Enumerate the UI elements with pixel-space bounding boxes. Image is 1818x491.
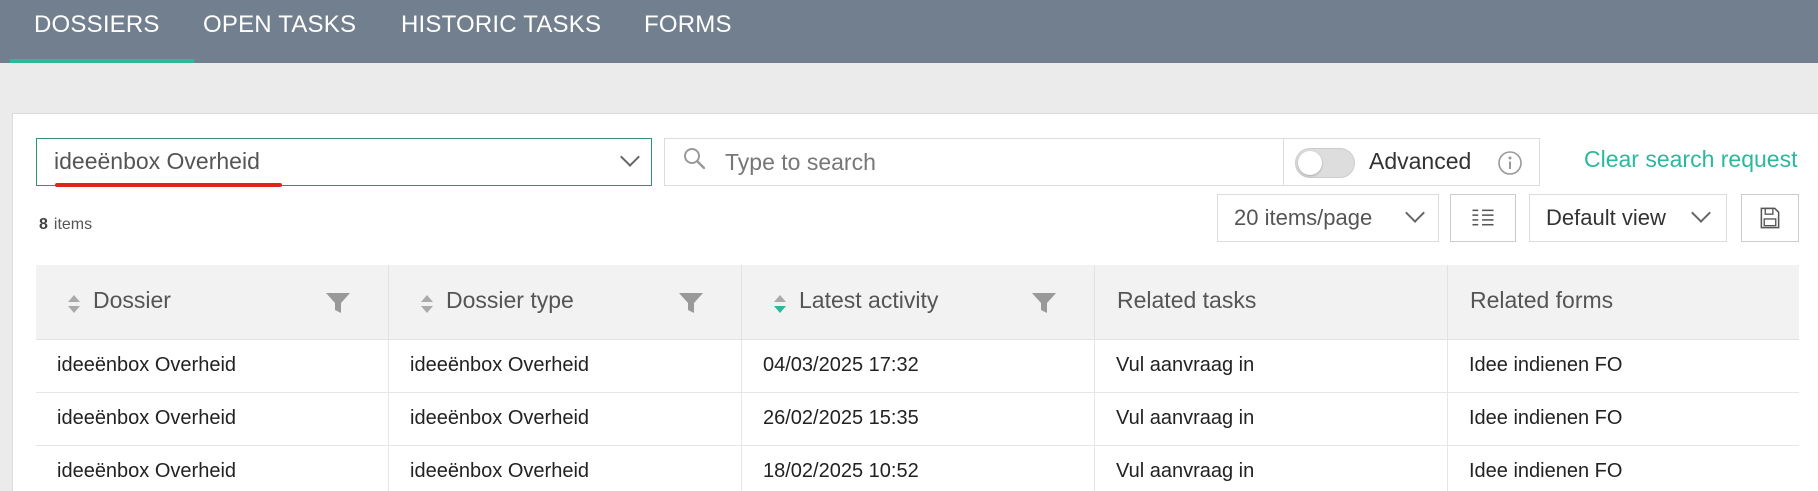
column-header-label: Dossier type <box>446 287 574 313</box>
filter-icon[interactable] <box>1031 290 1057 316</box>
cell-latest-activity: 18/02/2025 10:52 <box>742 446 1095 491</box>
table-header: Dossier Dossier type Latest activity Rel… <box>36 265 1799 340</box>
column-settings-button[interactable] <box>1450 194 1516 242</box>
sort-icon[interactable] <box>420 293 434 315</box>
info-icon[interactable] <box>1497 150 1523 176</box>
sort-icon[interactable] <box>67 293 81 315</box>
cell-related-forms[interactable]: Idee indienen FO <box>1448 446 1799 491</box>
column-header-label: Dossier <box>93 287 171 313</box>
column-header-related-tasks: Related tasks <box>1095 265 1448 340</box>
save-view-button[interactable] <box>1741 194 1799 242</box>
items-per-page-select[interactable]: 20 items/page <box>1217 194 1439 242</box>
column-header-dossier-type[interactable]: Dossier type <box>389 265 742 340</box>
cell-text: ideeënbox Overheid <box>410 460 590 482</box>
top-navigation: DOSSIERS OPEN TASKS HISTORIC TASKS FORMS <box>0 0 1818 63</box>
column-header-label: Latest activity <box>799 287 939 313</box>
tab-dossiers[interactable]: DOSSIERS <box>0 0 194 63</box>
tab-forms-label: FORMS <box>644 11 732 38</box>
chevron-down-icon <box>1691 203 1711 223</box>
clear-search-link[interactable]: Clear search request <box>1584 146 1798 173</box>
column-header-latest-activity[interactable]: Latest activity <box>742 265 1095 340</box>
item-count-value: 8 <box>39 216 48 233</box>
chevron-down-icon <box>1405 203 1425 223</box>
sort-descending-icon[interactable] <box>773 293 787 315</box>
search-icon <box>684 148 705 169</box>
search-bar: Advanced <box>664 138 1540 186</box>
cell-text: Vul aanvraag in <box>1116 354 1255 376</box>
cell-dossier-type: ideeënbox Overheid <box>389 393 742 446</box>
cell-text: Idee indienen FO <box>1469 354 1623 376</box>
table-row[interactable]: ideeënbox Overheid ideeënbox Overheid 04… <box>36 340 1799 393</box>
cell-related-tasks[interactable]: Vul aanvraag in <box>1095 340 1448 393</box>
item-count-label: items <box>53 216 93 233</box>
tab-open-tasks[interactable]: OPEN TASKS <box>169 0 390 63</box>
dossier-type-select[interactable]: ideeënbox Overheid <box>36 138 652 187</box>
cell-latest-activity: 04/03/2025 17:32 <box>742 340 1095 393</box>
cell-text: ideeënbox Overheid <box>410 407 590 429</box>
table-row[interactable]: ideeënbox Overheid ideeënbox Overheid 26… <box>36 393 1799 446</box>
cell-latest-activity: 26/02/2025 15:35 <box>742 393 1095 446</box>
search-input[interactable] <box>725 145 1325 179</box>
advanced-toggle[interactable] <box>1295 148 1355 178</box>
filter-icon[interactable] <box>678 290 704 316</box>
cell-text: ideeënbox Overheid <box>57 460 237 482</box>
items-per-page-value: 20 items/page <box>1234 205 1373 230</box>
column-header-label: Related tasks <box>1117 287 1257 313</box>
tab-historic-tasks-label: HISTORIC TASKS <box>401 11 602 38</box>
cell-text: ideeënbox Overheid <box>410 354 590 376</box>
cell-dossier: ideeënbox Overheid <box>36 446 389 491</box>
tab-historic-tasks[interactable]: HISTORIC TASKS <box>367 0 635 63</box>
column-header-dossier[interactable]: Dossier <box>36 265 389 340</box>
cell-text: 18/02/2025 10:52 <box>763 460 919 482</box>
cell-dossier: ideeënbox Overheid <box>36 340 389 393</box>
cell-related-tasks[interactable]: Vul aanvraag in <box>1095 393 1448 446</box>
search-divider <box>1283 139 1284 185</box>
tab-open-tasks-label: OPEN TASKS <box>203 11 357 38</box>
chevron-down-icon <box>620 147 640 167</box>
table-row[interactable]: ideeënbox Overheid ideeënbox Overheid 18… <box>36 446 1799 491</box>
cell-related-tasks[interactable]: Vul aanvraag in <box>1095 446 1448 491</box>
view-select[interactable]: Default view <box>1529 194 1727 242</box>
toggle-knob <box>1298 151 1322 175</box>
dossier-type-select-value: ideeënbox Overheid <box>54 148 260 174</box>
cell-dossier-type: ideeënbox Overheid <box>389 340 742 393</box>
cell-text: ideeënbox Overheid <box>57 354 237 376</box>
cell-related-forms[interactable]: Idee indienen FO <box>1448 393 1799 446</box>
save-icon <box>1760 207 1780 229</box>
cell-text: ideeënbox Overheid <box>57 407 237 429</box>
column-header-related-forms: Related forms <box>1448 265 1799 340</box>
view-select-value: Default view <box>1546 205 1666 230</box>
advanced-label: Advanced <box>1369 148 1472 174</box>
cell-text: Idee indienen FO <box>1469 460 1623 482</box>
cell-text: Vul aanvraag in <box>1116 460 1255 482</box>
cell-text: 04/03/2025 17:32 <box>763 354 919 376</box>
cell-text: Vul aanvraag in <box>1116 407 1255 429</box>
tab-forms[interactable]: FORMS <box>610 0 766 63</box>
columns-icon <box>1472 209 1494 226</box>
tab-dossiers-label: DOSSIERS <box>34 11 160 38</box>
spellcheck-underline <box>55 183 282 187</box>
cell-related-forms[interactable]: Idee indienen FO <box>1448 340 1799 393</box>
item-count: 8 items <box>39 216 92 234</box>
cell-dossier: ideeënbox Overheid <box>36 393 389 446</box>
filter-icon[interactable] <box>325 290 351 316</box>
cell-text: Idee indienen FO <box>1469 407 1623 429</box>
column-header-label: Related forms <box>1470 287 1614 313</box>
cell-dossier-type: ideeënbox Overheid <box>389 446 742 491</box>
cell-text: 26/02/2025 15:35 <box>763 407 919 429</box>
